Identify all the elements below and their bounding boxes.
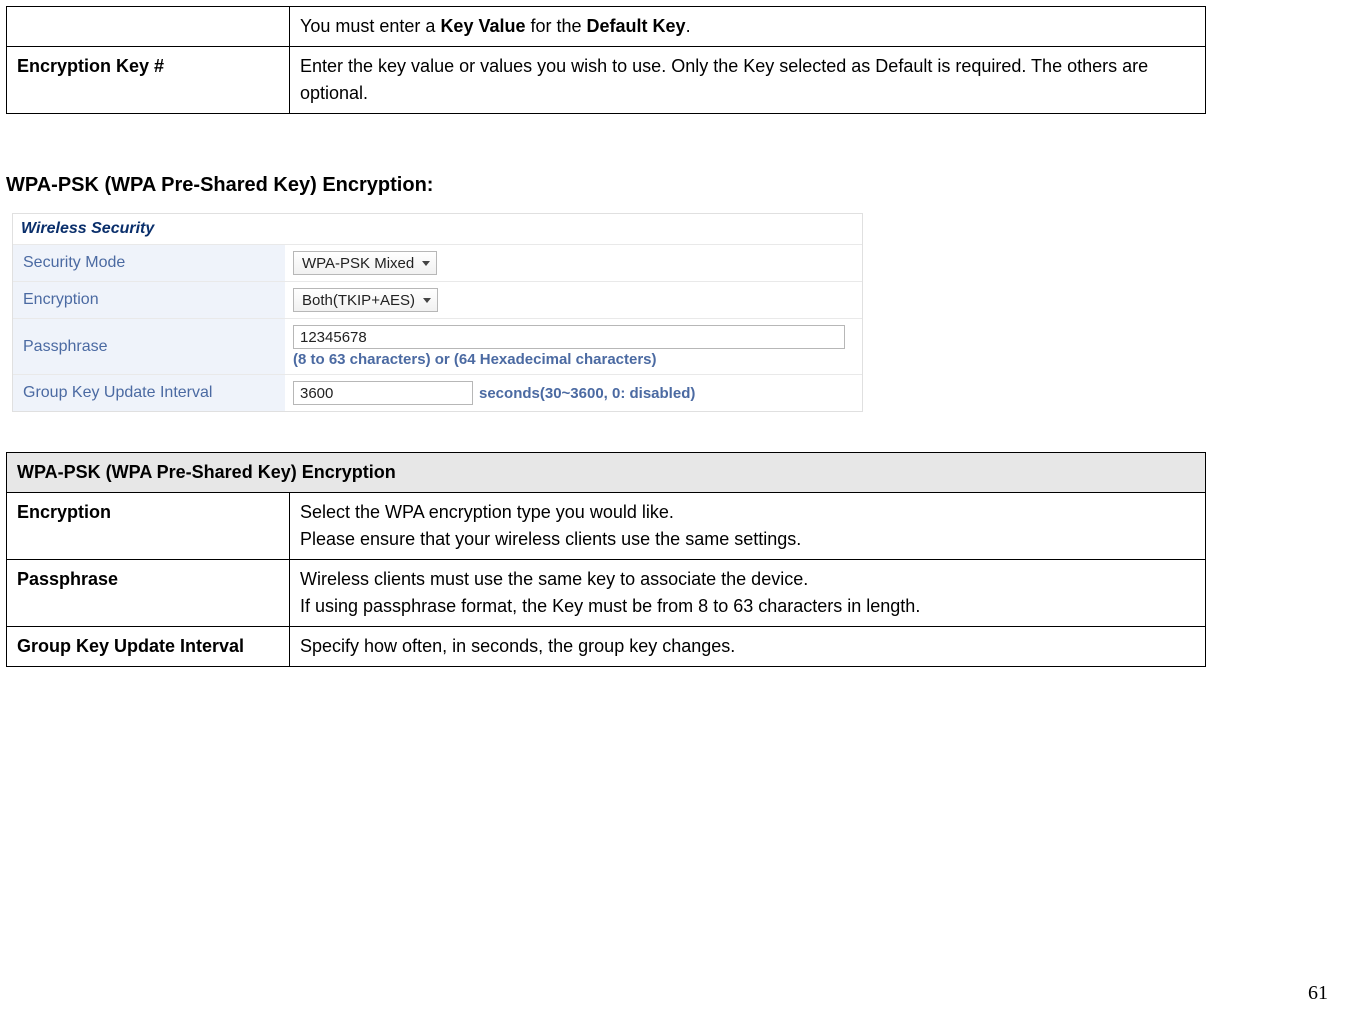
table-wpa-psk-details: WPA-PSK (WPA Pre-Shared Key) Encryption … bbox=[6, 452, 1206, 667]
label-security-mode: Security Mode bbox=[13, 245, 285, 281]
text-line: Select the WPA encryption type you would… bbox=[300, 502, 674, 522]
row-group-key: Group Key Update Interval seconds(30~360… bbox=[13, 374, 862, 411]
table-row: Group Key Update Interval Specify how of… bbox=[7, 627, 1206, 667]
encryption-dropdown[interactable]: Both(TKIP+AES) bbox=[293, 288, 438, 312]
label-group-key: Group Key Update Interval bbox=[13, 375, 285, 411]
label-encryption: Encryption bbox=[13, 282, 285, 318]
row-encryption: Encryption Both(TKIP+AES) bbox=[13, 281, 862, 318]
text-line: If using passphrase format, the Key must… bbox=[300, 596, 920, 616]
cell-label-group-key: Group Key Update Interval bbox=[7, 627, 290, 667]
cell-desc-default-key: You must enter a Key Value for the Defau… bbox=[290, 7, 1206, 47]
chevron-down-icon bbox=[423, 298, 431, 303]
row-passphrase: Passphrase (8 to 63 characters) or (64 H… bbox=[13, 318, 862, 374]
text-bold: Default Key bbox=[587, 16, 686, 36]
text: . bbox=[686, 16, 691, 36]
cell-desc-passphrase: Wireless clients must use the same key t… bbox=[290, 560, 1206, 627]
table-header-cell: WPA-PSK (WPA Pre-Shared Key) Encryption bbox=[7, 453, 1206, 493]
chevron-down-icon bbox=[422, 261, 430, 266]
text: for the bbox=[526, 16, 587, 36]
text-line: Please ensure that your wireless clients… bbox=[300, 529, 801, 549]
label-passphrase: Passphrase bbox=[13, 319, 285, 374]
row-security-mode: Security Mode WPA-PSK Mixed bbox=[13, 244, 862, 281]
table-row: You must enter a Key Value for the Defau… bbox=[7, 7, 1206, 47]
cell-desc-encryption-key: Enter the key value or values you wish t… bbox=[290, 47, 1206, 114]
text: You must enter a bbox=[300, 16, 440, 36]
cell-desc-encryption: Select the WPA encryption type you would… bbox=[290, 493, 1206, 560]
dropdown-value: Both(TKIP+AES) bbox=[302, 292, 415, 309]
cell-label-encryption: Encryption bbox=[7, 493, 290, 560]
wireless-security-panel: Wireless Security Security Mode WPA-PSK … bbox=[12, 213, 863, 412]
page-number: 61 bbox=[1308, 982, 1328, 1005]
table-row: Encryption Key # Enter the key value or … bbox=[7, 47, 1206, 114]
group-key-interval-input[interactable] bbox=[293, 381, 473, 405]
cell-label-encryption-key: Encryption Key # bbox=[7, 47, 290, 114]
panel-title: Wireless Security bbox=[13, 214, 862, 244]
text-bold: Key Value bbox=[440, 16, 525, 36]
passphrase-hint: (8 to 63 characters) or (64 Hexadecimal … bbox=[293, 349, 854, 368]
section-heading-wpa-psk: WPA-PSK (WPA Pre-Shared Key) Encryption: bbox=[6, 174, 1288, 197]
passphrase-input[interactable] bbox=[293, 325, 845, 349]
cell-label-empty bbox=[7, 7, 290, 47]
group-key-hint: seconds(30~3600, 0: disabled) bbox=[479, 385, 695, 402]
table-header: WPA-PSK (WPA Pre-Shared Key) Encryption bbox=[7, 453, 1206, 493]
cell-label-passphrase: Passphrase bbox=[7, 560, 290, 627]
dropdown-value: WPA-PSK Mixed bbox=[302, 255, 414, 272]
security-mode-dropdown[interactable]: WPA-PSK Mixed bbox=[293, 251, 437, 275]
table-row: Encryption Select the WPA encryption typ… bbox=[7, 493, 1206, 560]
cell-desc-group-key: Specify how often, in seconds, the group… bbox=[290, 627, 1206, 667]
table-row: Passphrase Wireless clients must use the… bbox=[7, 560, 1206, 627]
text-line: Wireless clients must use the same key t… bbox=[300, 569, 808, 589]
table-key-info: You must enter a Key Value for the Defau… bbox=[6, 6, 1206, 114]
